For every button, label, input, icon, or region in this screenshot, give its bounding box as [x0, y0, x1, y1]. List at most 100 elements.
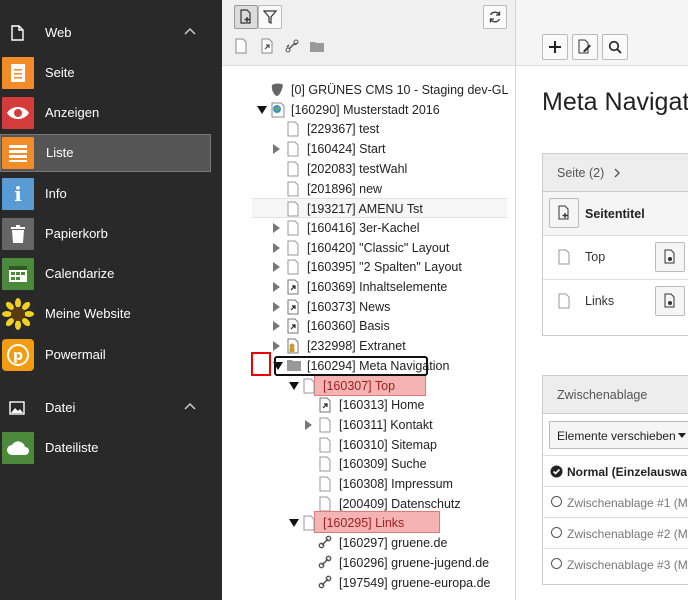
page-icon[interactable] [286, 220, 300, 236]
doctype-link-icon[interactable] [284, 38, 300, 54]
clipboard-label: Zwischenablage #3 (Me [567, 558, 688, 572]
view-page-button[interactable] [655, 286, 685, 316]
image-icon [9, 401, 25, 415]
page-icon[interactable] [318, 456, 332, 472]
globe-icon[interactable] [270, 102, 285, 118]
page-icon[interactable] [286, 161, 300, 177]
tree-node[interactable]: [160309] Suche [222, 454, 515, 474]
shortcut-icon[interactable] [286, 299, 300, 315]
tree-node[interactable]: [160310] Sitemap [222, 435, 515, 455]
chevron-up-icon[interactable] [184, 26, 196, 36]
link-icon[interactable] [318, 575, 332, 591]
view-page-button[interactable] [655, 242, 685, 272]
extranet-icon[interactable] [286, 338, 300, 354]
page-icon[interactable] [286, 121, 300, 137]
filter-button[interactable] [258, 5, 282, 29]
tree-node[interactable]: [160295] Links [222, 511, 515, 533]
shortcut-icon[interactable] [318, 397, 332, 413]
tree-node[interactable]: [229367] test [222, 119, 515, 139]
doctype-page-icon[interactable] [233, 38, 249, 54]
tree-node[interactable]: [160308] Impressum [222, 474, 515, 494]
module-liste[interactable]: Liste [0, 134, 211, 172]
refresh-button[interactable] [483, 5, 507, 29]
collapse-toggle-icon[interactable] [273, 262, 280, 272]
collapse-toggle-icon[interactable] [273, 341, 280, 351]
tree-node[interactable]: [160360] Basis [222, 316, 515, 336]
tree-node-label: [160369] Inhaltselemente [307, 280, 448, 294]
tree-node[interactable]: [160311] Kontakt [222, 415, 515, 435]
page-panel-header[interactable]: Seite (2) [543, 154, 688, 192]
collapse-toggle-icon[interactable] [305, 420, 312, 430]
tree-node[interactable]: [160297] gruene.de [222, 533, 515, 553]
module-info[interactable]: i Info [0, 175, 211, 213]
doctype-folder-icon[interactable] [309, 38, 325, 54]
shortcut-icon[interactable] [286, 318, 300, 334]
tree-node[interactable]: [160424] Start [222, 139, 515, 159]
tree-node[interactable]: [160313] Home [222, 395, 515, 415]
tree-node[interactable]: [197549] gruene-europa.de [222, 573, 515, 593]
clipboard-row-2[interactable]: Zwischenablage #2 (Me [543, 518, 688, 549]
page-icon[interactable] [286, 181, 300, 197]
tree-node[interactable]: [160420] "Classic" Layout [222, 238, 515, 258]
module-meine-website[interactable]: Meine Website [0, 295, 211, 333]
tree-node[interactable]: [160369] Inhaltselemente [222, 277, 515, 297]
tree-node[interactable]: [160373] News [222, 297, 515, 317]
search-button[interactable] [602, 34, 628, 60]
tree-node[interactable]: [160416] 3er-Kachel [222, 218, 515, 238]
module-seite[interactable]: Seite [0, 54, 211, 92]
typo3-logo-icon[interactable] [270, 82, 284, 98]
clipboard-row-3[interactable]: Zwischenablage #3 (Me [543, 549, 688, 580]
new-page-record-button[interactable] [549, 198, 579, 228]
tree-node[interactable]: [160395] "2 Spalten" Layout [222, 257, 515, 277]
group-web[interactable]: Web [0, 18, 222, 46]
clipboard-mode-select[interactable]: Elemente verschieben [549, 421, 688, 449]
collapse-toggle-icon[interactable] [273, 243, 280, 253]
page-icon[interactable] [302, 378, 316, 394]
page-icon[interactable] [318, 417, 332, 433]
expand-toggle-icon[interactable] [257, 106, 267, 114]
clipboard-row-1[interactable]: Zwischenablage #1 (Me [543, 487, 688, 518]
collapse-toggle-icon[interactable] [273, 282, 280, 292]
expand-toggle-icon[interactable] [289, 382, 299, 390]
new-page-button[interactable] [234, 5, 258, 29]
page-icon[interactable] [286, 141, 300, 157]
page-row: Top [543, 236, 688, 280]
link-icon[interactable] [318, 535, 332, 551]
group-datei[interactable]: Datei [0, 393, 222, 421]
page-icon[interactable] [318, 437, 332, 453]
clipboard-panel: Zwischenablage Elemente verschieben Norm… [542, 375, 688, 585]
page-row-title[interactable]: Links [585, 294, 614, 308]
page-icon[interactable] [318, 476, 332, 492]
add-record-button[interactable] [542, 34, 568, 60]
module-powermail[interactable]: p Powermail [0, 336, 211, 374]
collapse-toggle-icon[interactable] [273, 302, 280, 312]
collapse-toggle-icon[interactable] [273, 321, 280, 331]
module-anzeigen[interactable]: Anzeigen [0, 94, 211, 132]
tree-node[interactable]: [202083] testWahl [222, 159, 515, 179]
tree-node[interactable]: [193217] AMENU Tst [252, 198, 507, 218]
expand-toggle-icon[interactable] [289, 519, 299, 527]
module-dateiliste[interactable]: Dateiliste [0, 429, 211, 467]
tree-node[interactable]: [160296] gruene-jugend.de [222, 553, 515, 573]
page-icon[interactable] [286, 240, 300, 256]
tree-node-label: [160424] Start [307, 142, 386, 156]
page-icon[interactable] [286, 201, 300, 217]
tree-node[interactable]: [0] GRÜNES CMS 10 - Staging dev-GL [222, 80, 515, 100]
clipboard-row-normal[interactable]: Normal (Einzelauswa [543, 456, 688, 487]
tree-node[interactable]: [160290] Musterstadt 2016 [222, 100, 515, 120]
link-icon[interactable] [318, 555, 332, 571]
collapse-toggle-icon[interactable] [273, 223, 280, 233]
page-icon[interactable] [318, 496, 332, 512]
page-icon[interactable] [286, 259, 300, 275]
tree-node[interactable]: [160307] Top [222, 374, 515, 396]
module-calendarize[interactable]: Calendarize [0, 255, 211, 293]
tree-node[interactable]: [201896] new [222, 179, 515, 199]
collapse-toggle-icon[interactable] [273, 144, 280, 154]
doctype-shortcut-icon[interactable] [259, 38, 275, 54]
page-row-title[interactable]: Top [585, 250, 605, 264]
shortcut-icon[interactable] [286, 279, 300, 295]
chevron-up-icon[interactable] [184, 401, 196, 411]
page-icon[interactable] [302, 515, 316, 531]
module-papierkorb[interactable]: Papierkorb [0, 215, 211, 253]
edit-page-button[interactable] [572, 34, 598, 60]
